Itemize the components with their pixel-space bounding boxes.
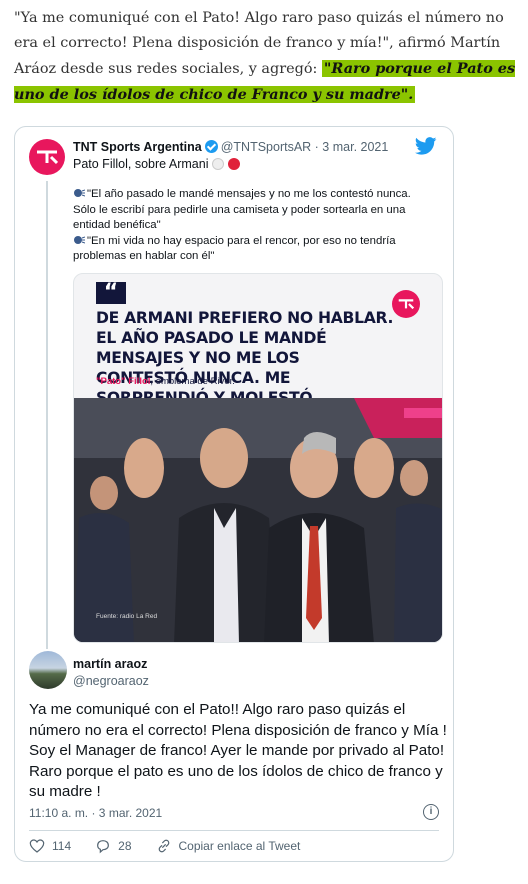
red-circle-emoji-icon (228, 158, 241, 170)
thread-connector-line (46, 181, 48, 649)
reply-button[interactable]: 28 (95, 838, 132, 854)
reply-author-handle[interactable]: @negroaraoz (73, 674, 149, 688)
media-source: Fuente: radio La Red (96, 613, 158, 620)
tweet-media-image[interactable]: “ DE ARMANI PREFIERO NO HABLAR. EL AÑO P… (73, 273, 443, 643)
quote-2-text: "En mi vida no hay espacio para el renco… (73, 234, 396, 263)
quoted-subtitle: Pato Fillol, sobre Armani (73, 157, 209, 171)
tweet-timestamp[interactable]: 11:10 a. m. · 3 mar. 2021 (29, 806, 162, 820)
tnt-avatar[interactable] (29, 139, 65, 175)
twitter-bird-icon[interactable] (415, 137, 437, 155)
quote-line-2: "En mi vida no hay espacio para el renco… (73, 234, 433, 265)
speaking-head-icon (74, 235, 85, 244)
embedded-tweet[interactable]: TNT Sports Argentina @TNTSportsAR · 3 mar… (14, 126, 454, 862)
white-circle-emoji-icon (212, 158, 225, 170)
verified-badge-icon (204, 140, 218, 153)
copy-link-label: Copiar enlace al Tweet (178, 839, 301, 853)
speaking-head-icon (74, 189, 85, 197)
tnt-logo-icon (37, 150, 58, 165)
tnt-logo-icon (398, 299, 414, 310)
quoted-handle-date[interactable]: @TNTSportsAR · 3 mar. 2021 (221, 140, 389, 154)
quote-line-1: "El año pasado le mandé mensajes y no me… (73, 187, 433, 234)
media-caption-rest: , emblema de River. (150, 376, 235, 387)
like-button[interactable]: 114 (29, 838, 71, 854)
media-caption: "Pato" Fillol, emblema de River. (96, 376, 235, 387)
quoted-tweet-body: "El año pasado le mandé mensajes y no me… (73, 187, 433, 265)
media-headline: DE ARMANI PREFIERO NO HABLAR. EL AÑO PAS… (96, 309, 394, 407)
reply-avatar[interactable] (29, 651, 67, 689)
reply-count: 28 (118, 839, 132, 853)
actions-divider (29, 830, 439, 831)
quote-mark-badge: “ (96, 282, 126, 304)
media-caption-name: "Pato" Fillol (96, 376, 151, 387)
like-count: 114 (52, 839, 72, 853)
heart-icon (29, 839, 45, 853)
tnt-media-logo-icon (392, 290, 420, 318)
article-paragraph: "Ya me comuniqué con el Pato! Algo raro … (14, 6, 518, 108)
reply-author-name[interactable]: martín araoz (73, 657, 147, 671)
link-icon (158, 839, 169, 853)
quoted-author-row[interactable]: TNT Sports Argentina @TNTSportsAR · 3 mar… (73, 140, 388, 154)
info-icon[interactable]: i (423, 804, 439, 820)
tweet-actions-bar: 114 28 Copiar enlace al Tweet (29, 837, 324, 855)
reply-bubble-icon (97, 840, 110, 854)
photo-two-men-waving (74, 398, 442, 642)
reply-tweet-text: Ya me comuniqué con el Pato!! Algo raro … (29, 701, 447, 800)
quote-1-text: "El año pasado le mandé mensajes y no me… (73, 188, 411, 231)
copy-link-button[interactable]: Copiar enlace al Tweet (156, 838, 301, 854)
quoted-author-name[interactable]: TNT Sports Argentina (73, 140, 202, 154)
quoted-subtitle-row: Pato Fillol, sobre Armani (73, 157, 241, 171)
